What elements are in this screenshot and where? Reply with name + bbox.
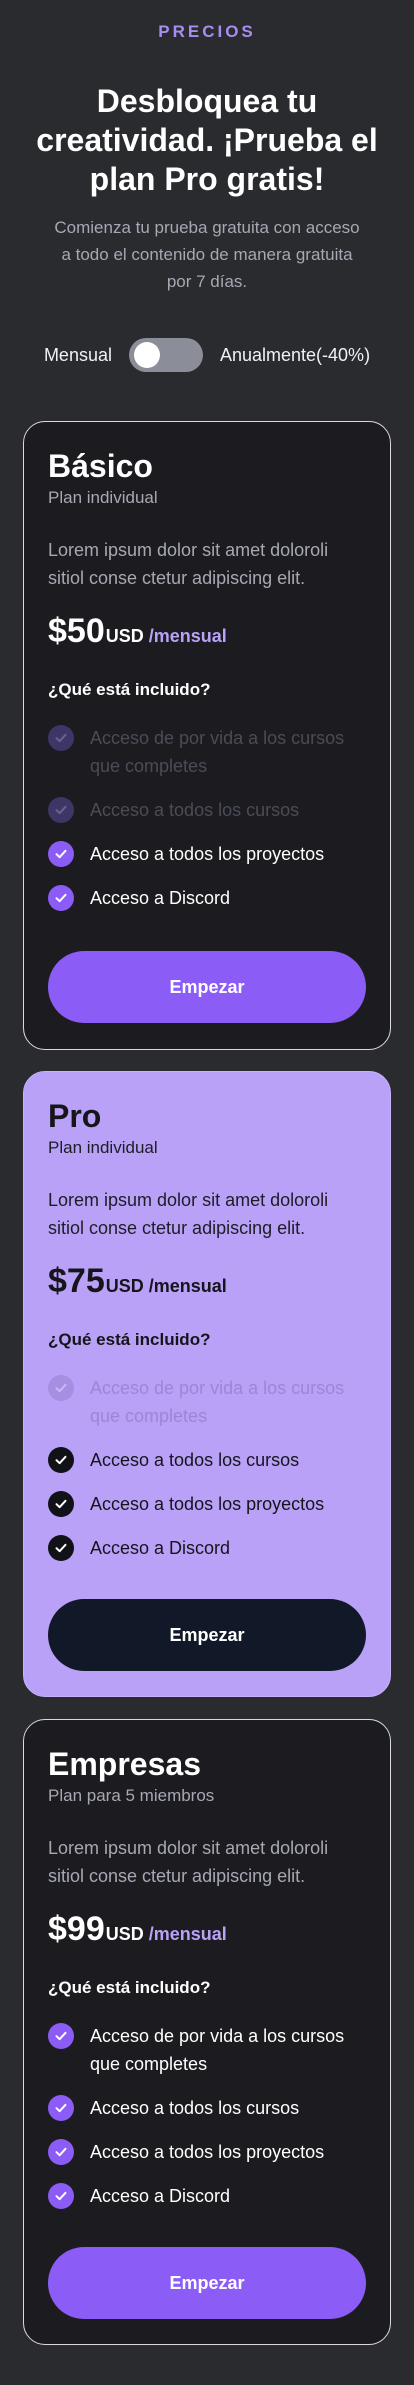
feature-text: Acceso a todos los cursos bbox=[90, 1450, 300, 1470]
feature-item: Acceso a todos los cursos bbox=[48, 1446, 368, 1474]
feature-item: Acceso a Discord bbox=[48, 1534, 368, 1562]
start-button[interactable]: Empezar bbox=[48, 2247, 366, 2319]
check-circle-icon bbox=[48, 2139, 74, 2165]
feature-text: Acceso de por vida a los cursos que comp… bbox=[90, 2026, 345, 2074]
plan-subtitle: Plan para 5 miembros bbox=[48, 1786, 215, 1805]
price-currency: USD bbox=[105, 626, 144, 646]
monthly-label[interactable]: Mensual bbox=[44, 345, 112, 366]
price-currency: USD bbox=[105, 1924, 144, 1944]
annual-label[interactable]: Anualmente(-40%) bbox=[220, 345, 370, 366]
plan-subtitle: Plan individual bbox=[48, 488, 158, 507]
feature-text: Acceso a todos los proyectos bbox=[90, 2142, 325, 2162]
check-circle-icon bbox=[48, 797, 74, 823]
plan-name: Básico bbox=[48, 448, 153, 484]
feature-item: Acceso a todos los cursos bbox=[48, 796, 368, 824]
feature-text: Acceso a todos los proyectos bbox=[90, 1494, 325, 1514]
feature-text: Acceso a Discord bbox=[90, 2186, 231, 2206]
plan-card-basico: Básico Plan individual Lorem ipsum dolor… bbox=[23, 421, 391, 1050]
check-circle-icon bbox=[48, 2023, 74, 2049]
feature-item: Acceso a todos los proyectos bbox=[48, 2138, 368, 2166]
check-circle-icon bbox=[48, 2095, 74, 2121]
price-currency: USD bbox=[105, 1276, 144, 1296]
feature-list: Acceso de por vida a los cursos que comp… bbox=[48, 1374, 368, 1578]
feature-item: Acceso a todos los proyectos bbox=[48, 1490, 368, 1518]
plan-description: Lorem ipsum dolor sit amet doloroli siti… bbox=[48, 1838, 329, 1886]
feature-item: Acceso de por vida a los cursos que comp… bbox=[48, 724, 368, 780]
plan-card-empresas: Empresas Plan para 5 miembros Lorem ipsu… bbox=[23, 1719, 391, 2345]
feature-item: Acceso a Discord bbox=[48, 884, 368, 912]
feature-list: Acceso de por vida a los cursos que comp… bbox=[48, 2022, 368, 2226]
plan-description: Lorem ipsum dolor sit amet doloroli siti… bbox=[48, 540, 329, 588]
start-button[interactable]: Empezar bbox=[48, 1599, 366, 1671]
plan-name: Empresas bbox=[48, 1746, 201, 1782]
feature-text: Acceso de por vida a los cursos que comp… bbox=[90, 1378, 345, 1426]
page-subtitle: Comienza tu prueba gratuita con acceso a… bbox=[54, 218, 360, 291]
plan-price: $75 USD /mensual bbox=[48, 1262, 227, 1301]
feature-item: Acceso de por vida a los cursos que comp… bbox=[48, 2022, 368, 2078]
included-heading: ¿Qué está incluido? bbox=[48, 1330, 211, 1349]
included-heading: ¿Qué está incluido? bbox=[48, 1978, 211, 1997]
included-heading: ¿Qué está incluido? bbox=[48, 680, 211, 699]
feature-text: Acceso a todos los proyectos bbox=[90, 844, 325, 864]
feature-text: Acceso a todos los cursos bbox=[90, 800, 300, 820]
check-circle-icon bbox=[48, 2183, 74, 2209]
pricing-eyebrow: PRECIOS bbox=[158, 22, 256, 41]
feature-item: Acceso a Discord bbox=[48, 2182, 368, 2210]
check-circle-icon bbox=[48, 885, 74, 911]
plan-name: Pro bbox=[48, 1098, 102, 1134]
plan-card-pro: Pro Plan individual Lorem ipsum dolor si… bbox=[23, 1071, 391, 1697]
feature-item: Acceso a todos los proyectos bbox=[48, 840, 368, 868]
feature-text: Acceso a Discord bbox=[90, 1538, 231, 1558]
feature-text: Acceso a Discord bbox=[90, 888, 231, 908]
billing-toggle-switch[interactable] bbox=[128, 338, 203, 372]
plan-subtitle: Plan individual bbox=[48, 1138, 158, 1157]
feature-item: Acceso de por vida a los cursos que comp… bbox=[48, 1374, 368, 1430]
price-amount: $50 bbox=[48, 612, 105, 650]
price-period: /mensual bbox=[148, 626, 227, 646]
price-period: /mensual bbox=[148, 1276, 227, 1296]
feature-item: Acceso a todos los cursos bbox=[48, 2094, 368, 2122]
plan-price: $99 USD /mensual bbox=[48, 1910, 227, 1949]
price-amount: $99 bbox=[48, 1910, 105, 1948]
plan-description: Lorem ipsum dolor sit amet doloroli siti… bbox=[48, 1190, 329, 1238]
check-circle-icon bbox=[48, 1375, 74, 1401]
plan-price: $50 USD /mensual bbox=[48, 612, 227, 651]
feature-text: Acceso a todos los cursos bbox=[90, 2098, 300, 2118]
feature-list: Acceso de por vida a los cursos que comp… bbox=[48, 724, 368, 928]
price-period: /mensual bbox=[148, 1924, 227, 1944]
check-circle-icon bbox=[48, 841, 74, 867]
billing-toggle-row: Mensual Anualmente(-40%) bbox=[0, 337, 414, 373]
check-circle-icon bbox=[48, 1535, 74, 1561]
page-title: Desbloquea tu creatividad. ¡Prueba el pl… bbox=[36, 83, 378, 197]
check-circle-icon bbox=[48, 725, 74, 751]
toggle-knob bbox=[133, 342, 160, 368]
start-button[interactable]: Empezar bbox=[48, 951, 366, 1023]
check-circle-icon bbox=[48, 1491, 74, 1517]
check-circle-icon bbox=[48, 1447, 74, 1473]
feature-text: Acceso de por vida a los cursos que comp… bbox=[90, 728, 345, 776]
price-amount: $75 bbox=[48, 1262, 105, 1300]
